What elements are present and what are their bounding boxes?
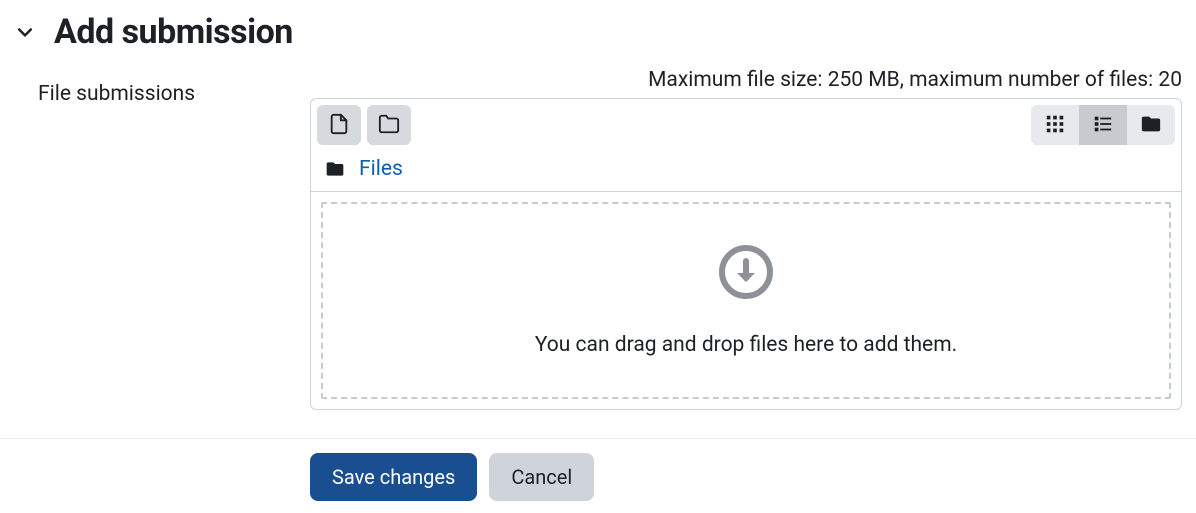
folder-icon	[378, 113, 400, 138]
dropzone[interactable]: You can drag and drop files here to add …	[321, 202, 1171, 399]
filemanager: Files You can drag and drop files here t…	[310, 98, 1182, 410]
add-file-button[interactable]	[317, 105, 361, 145]
save-button[interactable]: Save changes	[310, 453, 477, 501]
folder-solid-icon	[1140, 113, 1162, 138]
view-grid-button[interactable]	[1031, 105, 1079, 145]
view-mode-group	[1031, 105, 1175, 145]
file-limits-text: Maximum file size: 250 MB, maximum numbe…	[310, 68, 1182, 92]
filemanager-toolbar	[311, 99, 1181, 151]
file-icon	[328, 113, 350, 138]
file-submissions-label: File submissions	[38, 68, 310, 106]
create-folder-button[interactable]	[367, 105, 411, 145]
dropzone-text: You can drag and drop files here to add …	[535, 333, 957, 357]
chevron-down-icon[interactable]	[14, 21, 36, 43]
divider	[0, 438, 1196, 439]
page-title: Add submission	[54, 12, 293, 52]
view-list-button[interactable]	[1079, 105, 1127, 145]
grid-icon	[1044, 113, 1066, 138]
view-tree-button[interactable]	[1127, 105, 1175, 145]
download-circle-icon	[718, 244, 774, 305]
folder-solid-icon	[325, 159, 345, 179]
filemanager-breadcrumb: Files	[311, 151, 1181, 191]
cancel-button[interactable]: Cancel	[489, 453, 594, 501]
list-icon	[1092, 113, 1114, 138]
breadcrumb-root-link[interactable]: Files	[359, 157, 403, 181]
